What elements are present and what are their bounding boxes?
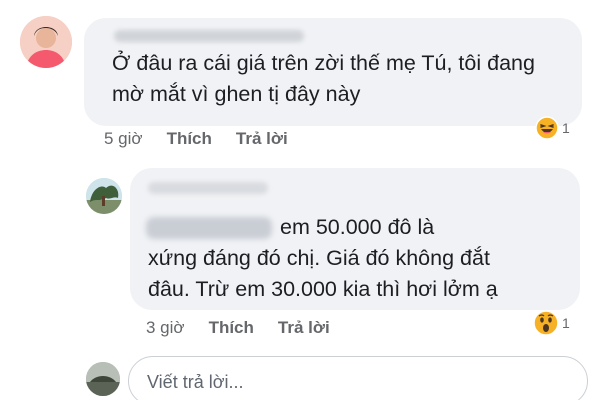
reply-text-line: đâu. Trừ em 30.000 kia thì hơi lởm ạ [148,277,498,301]
blurred-author-name[interactable] [148,182,268,194]
current-user-avatar [86,362,120,396]
like-button[interactable]: Thích [167,129,212,149]
comment-meta: 5 giờ Thích Trả lời [104,129,288,149]
blurred-author-name[interactable] [114,30,304,42]
reaction-summary[interactable]: 1 [533,310,570,336]
reaction-count: 1 [562,315,570,331]
like-button[interactable]: Thích [209,318,254,338]
comment-thread: Ở đâu ra cái giá trên zời thế mẹ Tú, tôi… [0,0,600,400]
reply-bubble: em 50.000 đô là xứng đáng đó chị. Giá đó… [130,168,580,310]
comment-text: Ở đâu ra cái giá trên zời thế mẹ Tú, tôi… [112,51,535,106]
reply-timestamp[interactable]: 3 giờ [146,318,185,338]
reply-button[interactable]: Trả lời [278,318,330,338]
reply-compose-box[interactable] [128,356,588,400]
comment-bubble: Ở đâu ra cái giá trên zời thế mẹ Tú, tôi… [84,18,582,126]
reply-text-line: xứng đáng đó chị. Giá đó không đắt [148,246,490,270]
reply-button[interactable]: Trả lời [236,129,288,149]
wow-emoji-icon [533,310,559,336]
reply-text-line: em 50.000 đô là [280,215,435,239]
laughing-emoji-icon [535,116,559,140]
commenter-avatar[interactable] [20,16,72,68]
reply-input[interactable] [147,370,547,394]
blurred-mention-tag[interactable] [146,217,272,239]
reply-meta: 3 giờ Thích Trả lời [146,318,330,338]
reaction-count: 1 [562,120,570,136]
replier-avatar[interactable] [86,178,122,214]
comment-timestamp[interactable]: 5 giờ [104,129,143,149]
reaction-summary[interactable]: 1 [535,116,570,140]
